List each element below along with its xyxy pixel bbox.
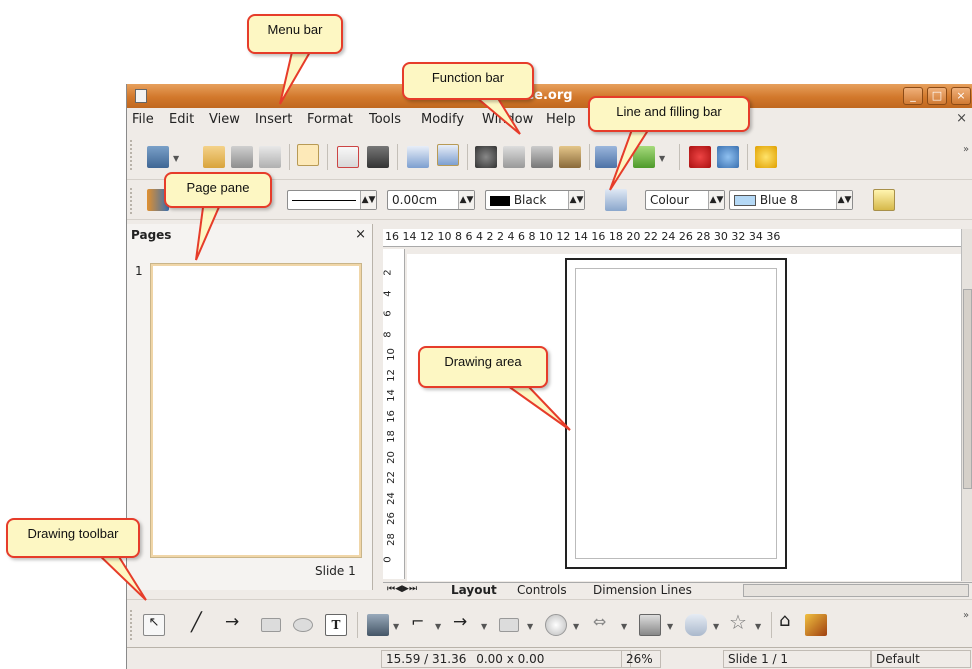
callout-line-filling-bar: Line and filling bar	[588, 96, 750, 132]
callout-drawing-toolbar: Drawing toolbar	[6, 518, 140, 558]
callout-page-pane: Page pane	[164, 172, 272, 208]
callout-pointers	[93, 51, 654, 601]
callout-function-bar: Function bar	[402, 62, 534, 100]
callout-drawing-area: Drawing area	[418, 346, 548, 388]
callout-menu-bar: Menu bar	[247, 14, 343, 54]
